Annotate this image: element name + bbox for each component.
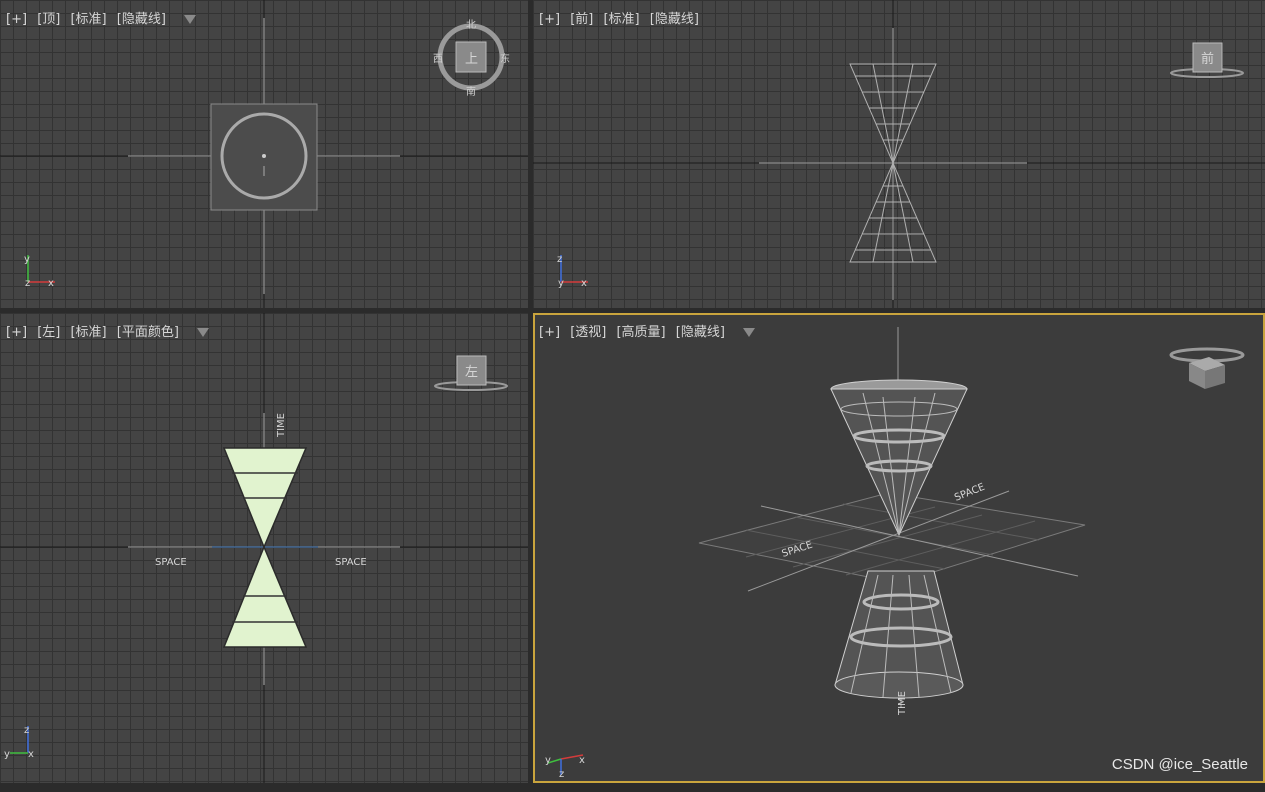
viewport-top[interactable]: [+] [顶] [标准] [隐藏线] y x z 上 北 南 东 西 (0, 0, 528, 308)
compass-north: 北 (466, 19, 476, 31)
viewport-front[interactable]: [+] [前] [标准] [隐藏线] z y x 前 (533, 0, 1265, 308)
viewcube-perspective[interactable] (533, 313, 1265, 783)
viewcube-face-label: 左 (465, 365, 478, 380)
viewcube-face-label: 上 (465, 52, 478, 67)
compass-east: 东 (500, 52, 510, 65)
compass-south: 南 (466, 85, 476, 98)
viewcube-front[interactable]: 前 (533, 0, 1265, 308)
compass-west: 西 (433, 54, 443, 65)
viewcube-left[interactable]: 左 (0, 313, 528, 783)
viewcube-top[interactable]: 上 北 南 东 西 (0, 0, 528, 308)
viewport-left[interactable]: [+] [左] [标准] [平面颜色] SPACE SPACE TIME z y… (0, 313, 528, 783)
watermark: CSDN @ice_Seattle (1111, 756, 1248, 773)
viewcube-face-label: 前 (1201, 51, 1214, 67)
viewport-perspective[interactable]: [+] [透视] [高质量] [隐藏线] SPACE SPACE TIME x … (533, 313, 1265, 783)
